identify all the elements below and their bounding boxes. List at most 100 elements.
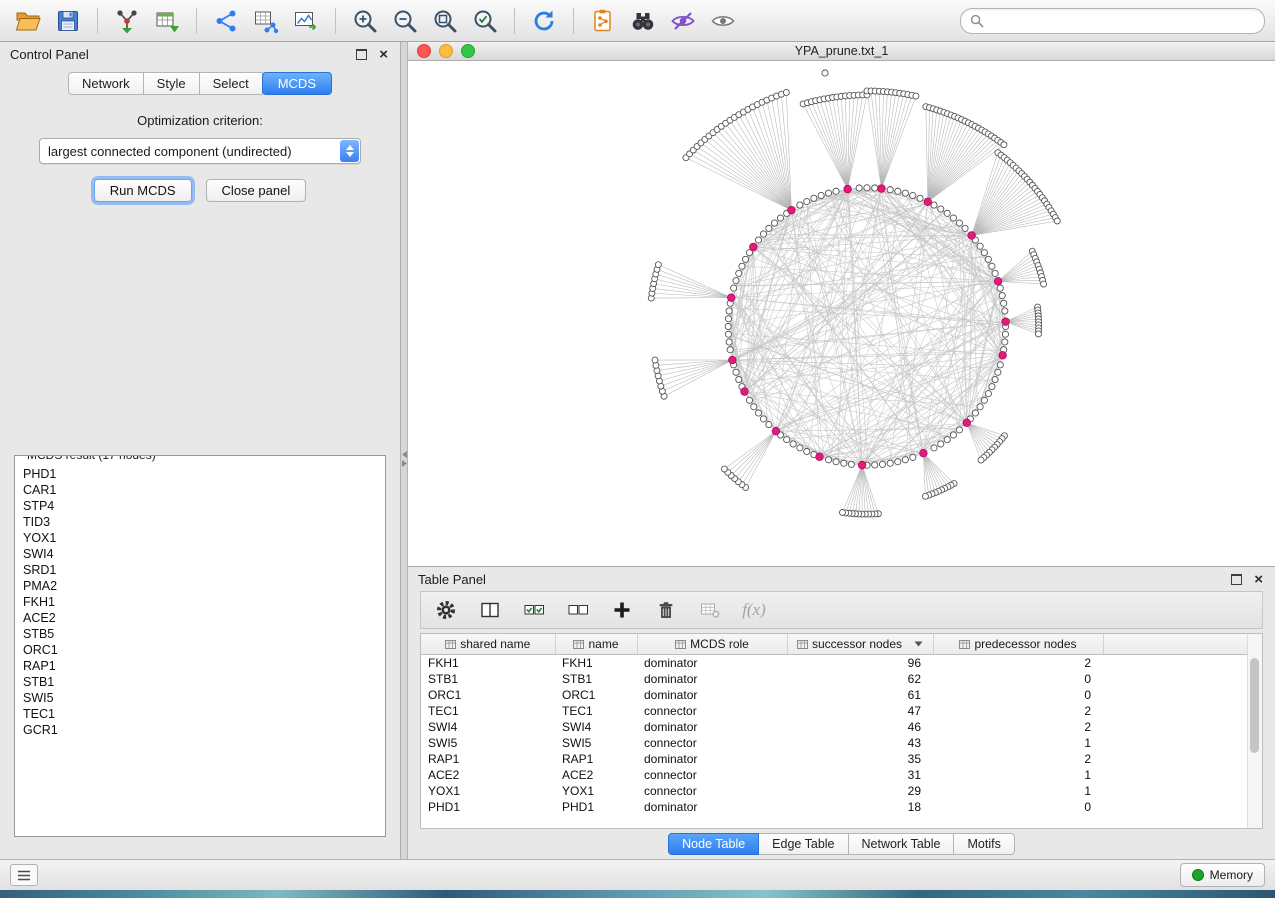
- cell-successors[interactable]: 43: [787, 735, 933, 751]
- splitter-grip-icon[interactable]: [401, 450, 407, 468]
- column-header-successor-nodes[interactable]: successor nodes: [787, 634, 933, 655]
- hide-details-button[interactable]: [665, 5, 701, 37]
- cell-predecessors[interactable]: 0: [933, 799, 1103, 815]
- mcds-result-item[interactable]: STB1: [23, 674, 385, 690]
- tab-select[interactable]: Select: [200, 72, 263, 95]
- cell-predecessors[interactable]: 2: [933, 655, 1103, 672]
- cell-successors[interactable]: 31: [787, 767, 933, 783]
- cell-name[interactable]: RAP1: [555, 751, 637, 767]
- unselect-all-button[interactable]: [567, 599, 589, 621]
- window-minimize-icon[interactable]: [439, 44, 453, 58]
- table-row[interactable]: RAP1RAP1dominator352: [421, 751, 1248, 767]
- close-table-panel-icon[interactable]: ×: [1254, 572, 1263, 587]
- cell-successors[interactable]: 96: [787, 655, 933, 672]
- add-row-button[interactable]: [611, 599, 633, 621]
- mcds-result-item[interactable]: GCR1: [23, 722, 385, 738]
- cell-successors[interactable]: 61: [787, 687, 933, 703]
- float-table-panel-icon[interactable]: [1231, 574, 1242, 585]
- cell-role[interactable]: connector: [637, 767, 787, 783]
- table-row[interactable]: SWI5SWI5connector431: [421, 735, 1248, 751]
- cell-name[interactable]: FKH1: [555, 655, 637, 672]
- cell-shared-name[interactable]: TEC1: [421, 703, 555, 719]
- cell-successors[interactable]: 29: [787, 783, 933, 799]
- column-header-predecessor-nodes[interactable]: predecessor nodes: [933, 634, 1103, 655]
- float-panel-icon[interactable]: [356, 49, 367, 60]
- cell-successors[interactable]: 47: [787, 703, 933, 719]
- cell-role[interactable]: dominator: [637, 751, 787, 767]
- mcds-result-item[interactable]: STP4: [23, 498, 385, 514]
- refresh-button[interactable]: [526, 5, 562, 37]
- mcds-result-item[interactable]: TEC1: [23, 706, 385, 722]
- search-box[interactable]: [960, 8, 1265, 34]
- cell-role[interactable]: dominator: [637, 719, 787, 735]
- cell-name[interactable]: YOX1: [555, 783, 637, 799]
- cell-shared-name[interactable]: STB1: [421, 671, 555, 687]
- mcds-result-item[interactable]: ACE2: [23, 610, 385, 626]
- zoom-in-button[interactable]: [347, 5, 383, 37]
- table-row[interactable]: PHD1PHD1dominator180: [421, 799, 1248, 815]
- table-row[interactable]: SWI4SWI4dominator462: [421, 719, 1248, 735]
- cell-shared-name[interactable]: ORC1: [421, 687, 555, 703]
- cell-predecessors[interactable]: 1: [933, 767, 1103, 783]
- cell-predecessors[interactable]: 2: [933, 719, 1103, 735]
- tab-network[interactable]: Network: [68, 72, 144, 95]
- cell-role[interactable]: dominator: [637, 671, 787, 687]
- tab-network-table[interactable]: Network Table: [849, 833, 955, 855]
- cell-name[interactable]: ORC1: [555, 687, 637, 703]
- mcds-result-item[interactable]: ORC1: [23, 642, 385, 658]
- cell-role[interactable]: dominator: [637, 799, 787, 815]
- tab-edge-table[interactable]: Edge Table: [759, 833, 848, 855]
- tab-node-table[interactable]: Node Table: [668, 833, 759, 855]
- cell-name[interactable]: SWI4: [555, 719, 637, 735]
- search-input[interactable]: [990, 13, 1255, 29]
- mcds-result-item[interactable]: SWI5: [23, 690, 385, 706]
- cell-role[interactable]: dominator: [637, 687, 787, 703]
- cell-role[interactable]: dominator: [637, 655, 787, 672]
- cell-shared-name[interactable]: PHD1: [421, 799, 555, 815]
- run-mcds-button[interactable]: Run MCDS: [94, 179, 192, 202]
- table-row[interactable]: TEC1TEC1connector472: [421, 703, 1248, 719]
- column-header-mcds-role[interactable]: MCDS role: [637, 634, 787, 655]
- tab-motifs[interactable]: Motifs: [954, 833, 1014, 855]
- import-network-button[interactable]: [109, 5, 145, 37]
- table-row[interactable]: ORC1ORC1dominator610: [421, 687, 1248, 703]
- mcds-result-item[interactable]: FKH1: [23, 594, 385, 610]
- import-table-button[interactable]: [149, 5, 185, 37]
- mcds-result-item[interactable]: RAP1: [23, 658, 385, 674]
- export-table-button[interactable]: [248, 5, 284, 37]
- table-row[interactable]: FKH1FKH1dominator962: [421, 655, 1248, 672]
- cell-shared-name[interactable]: FKH1: [421, 655, 555, 672]
- table-settings-button[interactable]: [435, 599, 457, 621]
- mcds-result-item[interactable]: STB5: [23, 626, 385, 642]
- criterion-dropdown[interactable]: largest connected component (undirected): [39, 138, 361, 164]
- save-session-button[interactable]: [50, 5, 86, 37]
- open-file-button[interactable]: [10, 5, 46, 37]
- close-panel-icon[interactable]: ×: [379, 47, 388, 62]
- export-network-button[interactable]: [208, 5, 244, 37]
- mcds-result-item[interactable]: SWI4: [23, 546, 385, 562]
- cell-role[interactable]: connector: [637, 783, 787, 799]
- tab-mcds[interactable]: MCDS: [262, 72, 332, 95]
- mcds-result-list[interactable]: PHD1CAR1STP4TID3YOX1SWI4SRD1PMA2FKH1ACE2…: [23, 466, 385, 738]
- table-scrollbar[interactable]: [1247, 634, 1262, 828]
- mcds-result-item[interactable]: PHD1: [23, 466, 385, 482]
- delete-row-button[interactable]: [655, 599, 677, 621]
- cell-predecessors[interactable]: 2: [933, 703, 1103, 719]
- cell-successors[interactable]: 46: [787, 719, 933, 735]
- cell-successors[interactable]: 35: [787, 751, 933, 767]
- cell-name[interactable]: PHD1: [555, 799, 637, 815]
- panel-splitter[interactable]: [401, 42, 408, 859]
- select-all-button[interactable]: [523, 599, 545, 621]
- destroy-table-button[interactable]: [699, 599, 721, 621]
- window-zoom-icon[interactable]: [461, 44, 475, 58]
- cell-name[interactable]: STB1: [555, 671, 637, 687]
- tab-style[interactable]: Style: [144, 72, 200, 95]
- show-graphics-button[interactable]: [705, 5, 741, 37]
- zoom-out-button[interactable]: [387, 5, 423, 37]
- table-row[interactable]: YOX1YOX1connector291: [421, 783, 1248, 799]
- cell-role[interactable]: connector: [637, 735, 787, 751]
- mcds-result-item[interactable]: CAR1: [23, 482, 385, 498]
- mcds-result-item[interactable]: PMA2: [23, 578, 385, 594]
- cell-predecessors[interactable]: 1: [933, 735, 1103, 751]
- function-builder-button[interactable]: f(x): [743, 599, 765, 621]
